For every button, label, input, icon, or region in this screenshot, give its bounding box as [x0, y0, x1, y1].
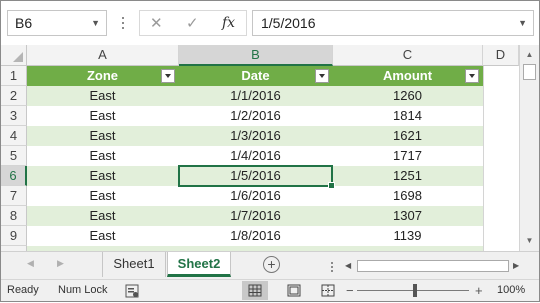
cell-b6[interactable]: 1/5/2016	[179, 166, 333, 186]
dropdown-icon[interactable]: ▼	[91, 11, 100, 35]
cell-a5[interactable]: East	[27, 146, 179, 166]
column-header-c[interactable]: C	[333, 45, 483, 66]
select-all-button[interactable]	[1, 45, 27, 66]
name-box-value: B6	[15, 15, 33, 31]
cell-b4[interactable]: 1/3/2016	[179, 126, 333, 146]
status-ready: Ready	[7, 284, 39, 296]
zoom-out-icon[interactable]: −	[346, 283, 354, 298]
cell-a3[interactable]: East	[27, 106, 179, 126]
formula-value: 1/5/2016	[261, 15, 316, 31]
enter-icon[interactable]: ✓	[186, 14, 199, 32]
header-zone[interactable]: Zone	[27, 66, 179, 86]
tab-sheet2[interactable]: Sheet2	[167, 252, 231, 277]
prev-sheet-icon[interactable]: ◀	[27, 258, 34, 269]
vertical-scrollbar[interactable]: ▲ ▼	[519, 45, 539, 251]
next-sheet-icon[interactable]: ▶	[57, 258, 64, 269]
tab-sheet1[interactable]: Sheet1	[102, 252, 166, 277]
row-header-2[interactable]: 2	[1, 86, 27, 106]
zoom-level[interactable]: 100%	[497, 284, 525, 296]
cell-b3[interactable]: 1/2/2016	[179, 106, 333, 126]
zoom-in-icon[interactable]: +	[475, 283, 483, 298]
cell-b7[interactable]: 1/6/2016	[179, 186, 333, 206]
row-header-5[interactable]: 5	[1, 146, 27, 166]
cancel-icon[interactable]: ✕	[150, 14, 163, 32]
cell-c4[interactable]: 1621	[333, 126, 483, 146]
page-break-icon[interactable]	[315, 281, 341, 300]
add-sheet-icon[interactable]: +	[263, 256, 280, 273]
scroll-up-icon[interactable]: ▲	[520, 47, 539, 63]
cell-b2[interactable]: 1/1/2016	[179, 86, 333, 106]
header-date[interactable]: Date	[179, 66, 333, 86]
formula-input[interactable]: 1/5/2016 ▼	[252, 10, 534, 36]
page-layout-icon[interactable]	[281, 281, 307, 300]
expand-formula-icon[interactable]: ▼	[518, 11, 527, 35]
cell-a4[interactable]: East	[27, 126, 179, 146]
cell-c7[interactable]: 1698	[333, 186, 483, 206]
filter-icon[interactable]	[465, 69, 479, 83]
header-amount-label: Amount	[382, 68, 433, 83]
tab-split-handle[interactable]	[331, 258, 334, 274]
cell-c2[interactable]: 1260	[333, 86, 483, 106]
column-header-b[interactable]: B	[179, 45, 333, 66]
name-box[interactable]: B6 ▼	[7, 10, 107, 36]
row-header-1[interactable]: 1	[1, 66, 27, 86]
status-num-lock: Num Lock	[58, 284, 108, 296]
column-header-a[interactable]: A	[27, 45, 179, 66]
status-bar: Ready Num Lock − + 100%	[1, 279, 539, 301]
horizontal-scroll-thumb[interactable]	[357, 260, 509, 272]
cell-a7[interactable]: East	[27, 186, 179, 206]
row-header-4[interactable]: 4	[1, 126, 27, 146]
macro-record-icon[interactable]	[125, 284, 139, 298]
cell-c9[interactable]: 1139	[333, 226, 483, 246]
cell-b5[interactable]: 1/4/2016	[179, 146, 333, 166]
cell-c5[interactable]: 1717	[333, 146, 483, 166]
row-header-7[interactable]: 7	[1, 186, 27, 206]
cell-a8[interactable]: East	[27, 206, 179, 226]
resize-handle[interactable]	[117, 10, 129, 36]
cell-c8[interactable]: 1307	[333, 206, 483, 226]
cell-b9[interactable]: 1/8/2016	[179, 226, 333, 246]
cell-c3[interactable]: 1814	[333, 106, 483, 126]
header-amount[interactable]: Amount	[333, 66, 483, 86]
worksheet-grid[interactable]: A B C D 1 Zone Date Amount 2 East 1/1/20…	[1, 45, 519, 251]
row-header-6[interactable]: 6	[1, 166, 27, 186]
formula-buttons: ✕ ✓ fx	[139, 10, 247, 36]
normal-view-icon[interactable]	[242, 281, 268, 300]
header-date-label: Date	[241, 68, 270, 83]
scroll-left-icon[interactable]: ◀	[345, 258, 351, 274]
zoom-slider-thumb[interactable]	[413, 284, 417, 297]
row-header-3[interactable]: 3	[1, 106, 27, 126]
filter-icon[interactable]	[161, 69, 175, 83]
sheet-tab-bar: ◀ ▶ Sheet1 Sheet2 + ◀ ▶	[1, 251, 539, 279]
cell-a6[interactable]: East	[27, 166, 179, 186]
row-header-9[interactable]: 9	[1, 226, 27, 246]
header-zone-label: Zone	[86, 68, 119, 83]
row-header-8[interactable]: 8	[1, 206, 27, 226]
column-header-d[interactable]: D	[483, 45, 519, 66]
cell-a9[interactable]: East	[27, 226, 179, 246]
gridline	[483, 66, 484, 251]
scroll-down-icon[interactable]: ▼	[520, 233, 539, 249]
cell-b8[interactable]: 1/7/2016	[179, 206, 333, 226]
cell-a2[interactable]: East	[27, 86, 179, 106]
fx-icon[interactable]: fx	[222, 15, 235, 31]
cell-c6[interactable]: 1251	[333, 166, 483, 186]
formula-bar: B6 ▼ ✕ ✓ fx 1/5/2016 ▼	[1, 1, 539, 44]
filter-icon[interactable]	[315, 69, 329, 83]
horizontal-scrollbar[interactable]: ◀ ▶	[345, 258, 521, 274]
scroll-right-icon[interactable]: ▶	[513, 258, 519, 274]
vertical-scroll-thumb[interactable]	[523, 64, 536, 80]
